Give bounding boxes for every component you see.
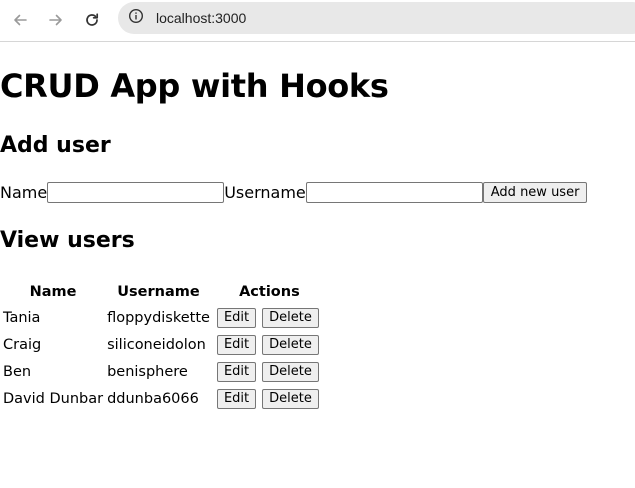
info-icon bbox=[128, 8, 144, 29]
back-button[interactable] bbox=[6, 6, 34, 34]
delete-button[interactable]: Delete bbox=[262, 388, 319, 409]
column-header-actions: Actions bbox=[239, 283, 300, 300]
actions-cell: Edit Delete bbox=[213, 386, 326, 411]
username-label: Username bbox=[224, 182, 306, 202]
user-username-cell: ddunba6066 bbox=[107, 390, 199, 407]
delete-button[interactable]: Delete bbox=[262, 361, 319, 382]
table-row: Ben benisphere Edit Delete bbox=[2, 359, 326, 384]
user-username-cell: floppydiskette bbox=[107, 309, 210, 326]
name-input[interactable] bbox=[47, 181, 225, 203]
table-row: David Dunbar ddunba6066 Edit Delete bbox=[2, 386, 326, 411]
table-row: Craig siliconeidolon Edit Delete bbox=[2, 332, 326, 357]
table-row: Tania floppydiskette Edit Delete bbox=[2, 305, 326, 330]
forward-button[interactable] bbox=[42, 6, 70, 34]
add-new-user-button[interactable]: Add new user bbox=[482, 181, 588, 203]
page-title: CRUD App with Hooks bbox=[0, 67, 389, 105]
delete-button[interactable]: Delete bbox=[262, 307, 319, 328]
user-name-cell: Craig bbox=[3, 336, 42, 353]
reload-icon bbox=[84, 12, 100, 28]
site-info-button[interactable] bbox=[126, 8, 146, 28]
reload-button[interactable] bbox=[78, 6, 106, 34]
add-user-heading: Add user bbox=[0, 133, 111, 158]
user-username-cell: siliconeidolon bbox=[107, 336, 206, 353]
username-input[interactable] bbox=[305, 181, 483, 203]
url-text[interactable]: localhost:3000 bbox=[156, 10, 246, 26]
edit-button[interactable]: Edit bbox=[216, 307, 257, 328]
column-header-name: Name bbox=[29, 283, 77, 300]
user-username-cell: benisphere bbox=[107, 363, 188, 380]
user-name-cell: David Dunbar bbox=[3, 390, 104, 407]
name-label: Name bbox=[0, 182, 48, 202]
view-users-heading: View users bbox=[0, 228, 135, 253]
column-header-username: Username bbox=[117, 283, 200, 300]
delete-button[interactable]: Delete bbox=[262, 334, 319, 355]
browser-toolbar: localhost:3000 bbox=[0, 0, 635, 42]
user-name-cell: Ben bbox=[3, 363, 32, 380]
edit-button[interactable]: Edit bbox=[216, 334, 257, 355]
actions-cell: Edit Delete bbox=[213, 305, 326, 330]
arrow-left-icon bbox=[12, 12, 28, 28]
actions-cell: Edit Delete bbox=[213, 332, 326, 357]
actions-cell: Edit Delete bbox=[213, 359, 326, 384]
arrow-right-icon bbox=[48, 12, 64, 28]
users-table: Name Username Actions Tania floppydisket… bbox=[0, 278, 328, 413]
edit-button[interactable]: Edit bbox=[216, 361, 257, 382]
add-user-form: Name Username Add new user bbox=[0, 181, 588, 203]
table-header-row: Name Username Actions bbox=[2, 280, 326, 303]
edit-button[interactable]: Edit bbox=[216, 388, 257, 409]
address-bar[interactable]: localhost:3000 bbox=[118, 2, 635, 34]
user-name-cell: Tania bbox=[3, 309, 41, 326]
